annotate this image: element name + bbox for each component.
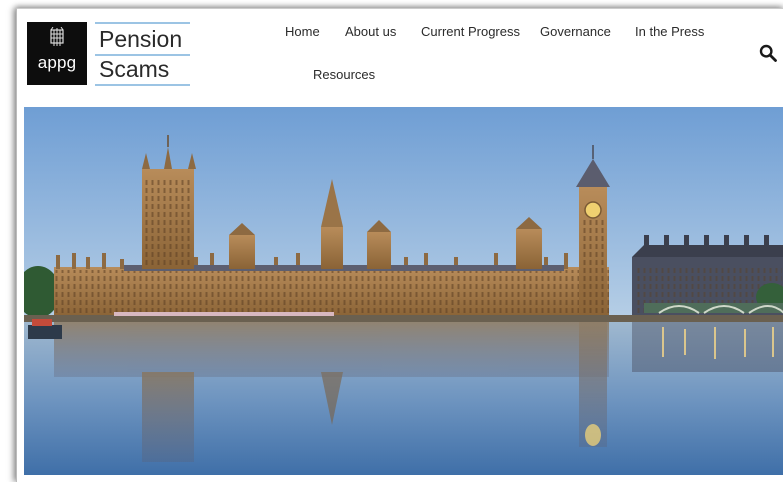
hero-image (24, 107, 783, 475)
logo-wordmark: Pension Scams (95, 22, 192, 88)
appg-label: appg (37, 53, 77, 72)
logo-rule-bottom (95, 84, 190, 86)
browser-window: appg Pension Scams Home About us Current… (16, 8, 783, 482)
logo-line-scams: Scams (99, 56, 170, 82)
appg-badge: appg (27, 22, 87, 85)
nav-governance[interactable]: Governance (540, 24, 611, 39)
nav-home[interactable]: Home (285, 24, 320, 39)
logo-line-pension: Pension (99, 26, 183, 52)
nav-current-progress[interactable]: Current Progress (421, 24, 520, 39)
nav-in-the-press[interactable]: In the Press (635, 24, 704, 39)
portcullis-icon (50, 27, 64, 46)
nav-about-us[interactable]: About us (345, 24, 396, 39)
search-icon[interactable] (759, 44, 777, 62)
logo-rule-top (95, 22, 190, 24)
parliament-photo (24, 107, 783, 475)
site-logo[interactable]: appg Pension Scams (27, 22, 192, 88)
nav-resources[interactable]: Resources (313, 67, 375, 82)
